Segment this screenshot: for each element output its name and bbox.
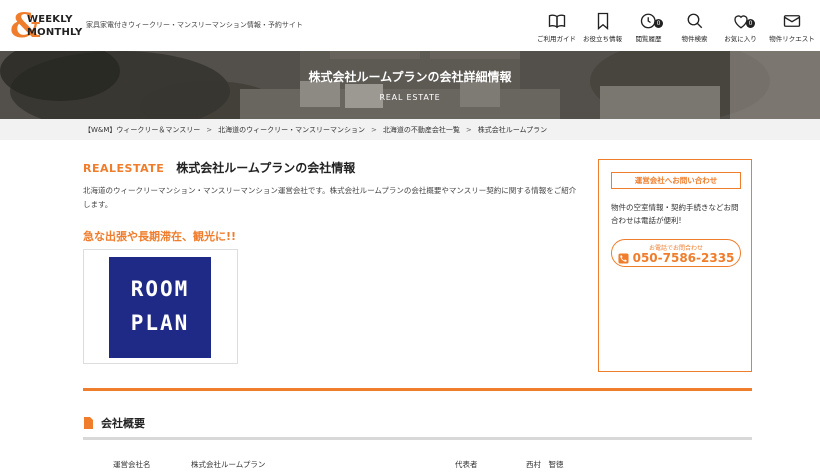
- site-logo[interactable]: & WEEKLY MONTHLY: [10, 9, 82, 43]
- book-icon: [548, 14, 565, 29]
- breadcrumb-separator: >: [371, 125, 377, 134]
- phone-number-text: 050-7586-2335: [632, 251, 735, 265]
- company-logo-frame: ROOM PLAN: [83, 249, 238, 364]
- nav-request-label: 物件リクエスト: [769, 35, 815, 43]
- nav-guide[interactable]: ご利用ガイド: [534, 0, 579, 51]
- breadcrumb-region[interactable]: 北海道のウィークリー・マンスリーマンション: [218, 125, 365, 135]
- nav-history[interactable]: 0 閲覧履歴: [626, 0, 671, 51]
- bookmark-icon: [597, 12, 608, 30]
- nav-guide-label: ご利用ガイド: [537, 35, 576, 43]
- nav-favorites-label: お気に入り: [724, 35, 757, 43]
- company-info-underline: [83, 437, 752, 440]
- mail-icon: [783, 15, 801, 27]
- section-title-jp: 株式会社ルームプランの会社情報: [176, 161, 356, 175]
- section-title-en: REALESTATE: [83, 162, 165, 175]
- search-icon: [687, 13, 702, 29]
- history-count-badge: 0: [654, 19, 663, 28]
- company-description: 北海道のウィークリーマンション・マンスリーマンション運営会社です。株式会社ルーム…: [83, 186, 577, 209]
- nav-favorites[interactable]: 0 お気に入り: [718, 0, 763, 51]
- breadcrumb-separator: >: [465, 125, 472, 134]
- nav-history-label: 閲覧履歴: [635, 35, 662, 43]
- company-info-heading: 会社概要: [83, 415, 145, 431]
- company-logo-line2: PLAN: [130, 311, 190, 335]
- section-title: REALESTATE 株式会社ルームプランの会社情報: [83, 159, 355, 176]
- site-tagline: 家具家電付きウィークリー・マンスリーマンション情報・予約サイト: [86, 21, 303, 29]
- company-info-title: 会社概要: [101, 417, 145, 430]
- nav-tips[interactable]: お役立ち情報: [580, 0, 625, 51]
- hero-subtitle: REAL ESTATE: [379, 93, 441, 102]
- breadcrumb-current: 株式会社ルームプラン: [477, 125, 548, 134]
- company-logo: ROOM PLAN: [109, 257, 211, 358]
- favorites-count-badge: 0: [746, 19, 755, 28]
- document-icon: [84, 417, 93, 429]
- nav-search-label: 物件検索: [681, 35, 708, 43]
- nav-request[interactable]: 物件リクエスト: [764, 0, 820, 51]
- phone-number: 050-7586-2335: [612, 251, 740, 265]
- company-logo-line1: ROOM: [130, 277, 190, 301]
- hero-title: 株式会社ルームプランの会社詳細情報: [308, 70, 512, 84]
- header-nav: ご利用ガイド お役立ち情報 0 閲覧履歴 物件検索 0 お気に入り 物件リクエス…: [533, 0, 820, 51]
- logo-bottom-text: MONTHLY: [27, 27, 83, 38]
- breadcrumb: 【W&M】ウィークリー＆マンスリー > 北海道のウィークリー・マンスリーマンショ…: [0, 119, 820, 140]
- logo-text: WEEKLY MONTHLY: [27, 13, 82, 39]
- info-value-representative: 西村 智徳: [526, 460, 564, 469]
- breadcrumb-separator: >: [206, 125, 213, 134]
- info-label-representative: 代表者: [455, 460, 478, 469]
- hero-background-image: [0, 51, 820, 119]
- site-header: & WEEKLY MONTHLY 家具家電付きウィークリー・マンスリーマンション…: [0, 0, 820, 51]
- catch-copy: 急な出張や長期滞在、観光に!!: [83, 230, 237, 243]
- info-value-company: 株式会社ルームプラン: [191, 460, 266, 469]
- breadcrumb-home[interactable]: 【W&M】ウィークリー＆マンスリー: [84, 125, 200, 135]
- orange-divider: [83, 388, 752, 391]
- contact-text: 物件の空室情報・契約手続きなどお問合わせは電話が便利!: [611, 203, 739, 225]
- nav-search[interactable]: 物件検索: [672, 0, 717, 51]
- contact-sidebar: 運営会社へお問い合わせ 物件の空室情報・契約手続きなどお問合わせは電話が便利! …: [598, 159, 752, 372]
- info-label-company: 運営会社名: [113, 460, 151, 469]
- breadcrumb-company-list[interactable]: 北海道の不動産会社一覧: [383, 125, 460, 135]
- contact-heading: 運営会社へお問い合わせ: [611, 172, 741, 189]
- hero-banner: 株式会社ルームプランの会社詳細情報 REAL ESTATE: [0, 51, 820, 119]
- phone-icon: [618, 252, 629, 264]
- nav-tips-label: お役立ち情報: [583, 35, 622, 43]
- phone-contact-button[interactable]: お電話でお問合わせ 050-7586-2335: [611, 239, 741, 267]
- logo-top-text: WEEKLY: [27, 14, 73, 25]
